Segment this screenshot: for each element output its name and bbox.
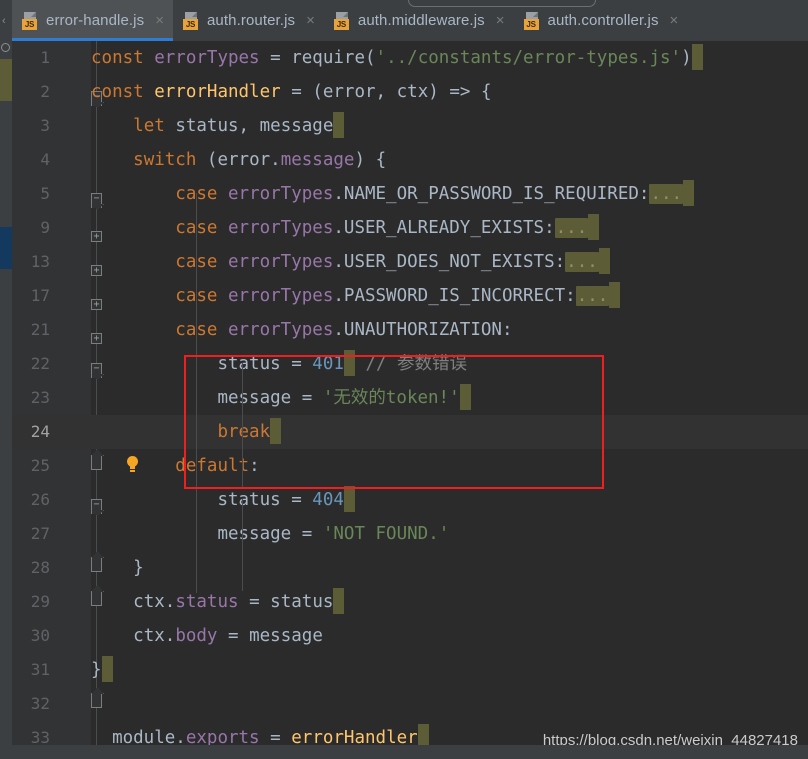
gutter-row: 25 bbox=[12, 449, 91, 483]
code-line-22: status = 401 // 参数错误 bbox=[91, 347, 808, 381]
gutter-row-current: 24 bbox=[12, 415, 91, 449]
line-number: 22 bbox=[30, 354, 50, 373]
line-number: 2 bbox=[40, 82, 50, 101]
gutter-row: 28 bbox=[12, 551, 91, 585]
gutter-row: 4 bbox=[12, 143, 91, 177]
line-number-gutter[interactable]: 1 2 3 4 5 9 13 17 21 22 23 24 25 26 27 2… bbox=[12, 41, 138, 759]
gutter-row: 17 bbox=[12, 279, 91, 313]
js-file-icon: JS bbox=[22, 11, 39, 30]
code-line-31: } bbox=[91, 653, 808, 687]
gutter-row: 21 bbox=[12, 313, 91, 347]
indent-guide bbox=[196, 193, 197, 593]
code-line-21: case errorTypes.UNAUTHORIZATION: bbox=[175, 320, 513, 340]
code-line-28: } bbox=[133, 558, 144, 578]
clipped-popup-outline bbox=[408, 0, 596, 7]
gutter-row: 22 bbox=[12, 347, 91, 381]
gutter-row: 5 bbox=[12, 177, 91, 211]
editor-bottom-strip bbox=[0, 745, 808, 759]
code-line-4: switch (error.message) { bbox=[133, 150, 387, 170]
line-number: 5 bbox=[40, 184, 50, 203]
line-number: 3 bbox=[40, 116, 50, 135]
string-literal: '无效的token!' bbox=[322, 388, 460, 408]
inline-comment: // 参数错误 bbox=[365, 354, 468, 374]
code-line-25: default: bbox=[175, 456, 260, 476]
line-number: 9 bbox=[40, 218, 50, 237]
gutter-row: 3 bbox=[12, 109, 91, 143]
folded-code-placeholder[interactable]: ... bbox=[575, 286, 610, 306]
gutter-row: 23 bbox=[12, 381, 91, 415]
breakpoint-circle-icon[interactable] bbox=[1, 43, 10, 52]
string-literal: 'NOT FOUND.' bbox=[322, 524, 450, 544]
js-file-icon: JS bbox=[182, 11, 200, 30]
chevron-left-icon[interactable]: ‹ bbox=[2, 16, 6, 27]
gutter-row: 26 bbox=[12, 483, 91, 517]
tab-label: error-handle.js bbox=[46, 12, 145, 29]
code-content[interactable]: const errorTypes = require('../constants… bbox=[91, 41, 808, 759]
line-number: 30 bbox=[30, 626, 50, 645]
indent-guide bbox=[242, 499, 243, 591]
line-number: 13 bbox=[30, 252, 50, 271]
line-number: 32 bbox=[30, 694, 50, 713]
code-line-30: ctx.body = message bbox=[133, 626, 323, 646]
gutter-row: 13 bbox=[12, 245, 91, 279]
code-line-17: case errorTypes.PASSWORD_IS_INCORRECT:..… bbox=[91, 279, 808, 313]
line-number-list: 1 2 3 4 5 9 13 17 21 22 23 24 25 26 27 2… bbox=[12, 41, 91, 755]
tab-close-icon[interactable]: × bbox=[155, 13, 164, 28]
line-number: 26 bbox=[30, 490, 50, 509]
code-line-23: message = '无效的token!' bbox=[91, 381, 808, 415]
line-number: 28 bbox=[30, 558, 50, 577]
change-marker-olive[interactable] bbox=[0, 59, 12, 101]
gutter-row: 1 bbox=[12, 41, 91, 75]
tab-auth-router-js[interactable]: JS auth.router.js × bbox=[172, 0, 324, 41]
code-line-29: ctx.status = status bbox=[91, 585, 808, 619]
code-line-9: case errorTypes.USER_ALREADY_EXISTS:... bbox=[91, 211, 808, 245]
line-number: 29 bbox=[30, 592, 50, 611]
change-marker-blue[interactable] bbox=[0, 227, 12, 269]
ide-window: ‹ JS error-handle.js × JS auth.router.js… bbox=[0, 0, 808, 759]
gutter-row: 29 bbox=[12, 585, 91, 619]
folded-code-placeholder[interactable]: ... bbox=[565, 252, 599, 272]
code-line-26: status = 404 bbox=[91, 483, 808, 517]
gutter-row: 31 bbox=[12, 653, 91, 687]
indent-guide bbox=[242, 363, 243, 489]
folded-code-placeholder[interactable]: ... bbox=[554, 218, 589, 238]
code-line-2: const errorHandler = (error, ctx) => { bbox=[91, 82, 492, 102]
gutter-row: 30 bbox=[12, 619, 91, 653]
tab-label: auth.router.js bbox=[206, 12, 296, 29]
js-file-icon: JS bbox=[333, 11, 351, 30]
code-editor[interactable]: 1 2 3 4 5 9 13 17 21 22 23 24 25 26 27 2… bbox=[0, 41, 808, 759]
line-number: 4 bbox=[40, 150, 50, 169]
line-number: 23 bbox=[30, 388, 50, 407]
line-number: 1 bbox=[40, 48, 50, 67]
tab-close-icon[interactable]: × bbox=[496, 13, 505, 28]
gutter-row: 27 bbox=[12, 517, 91, 551]
tab-label: auth.controller.js bbox=[547, 12, 659, 29]
line-number: 25 bbox=[30, 456, 50, 475]
editor-tab-bar: ‹ JS error-handle.js × JS auth.router.js… bbox=[0, 0, 808, 41]
line-number: 21 bbox=[30, 320, 50, 339]
gutter-row: 32 bbox=[12, 687, 91, 721]
code-line-24: break bbox=[91, 415, 808, 449]
code-line-3: let status, message bbox=[91, 109, 808, 143]
tab-label: auth.middleware.js bbox=[357, 12, 485, 29]
code-line-27: message = 'NOT FOUND.' bbox=[217, 524, 450, 544]
line-number: 24 bbox=[30, 422, 50, 441]
tab-close-icon[interactable]: × bbox=[306, 13, 315, 28]
tabbar-left-gutter: ‹ bbox=[0, 0, 12, 41]
tab-close-icon[interactable]: × bbox=[670, 13, 679, 28]
code-line-1: const errorTypes = require('../constants… bbox=[91, 41, 808, 75]
code-line-13: case errorTypes.USER_DOES_NOT_EXISTS:... bbox=[91, 245, 808, 279]
js-file-icon: JS bbox=[523, 11, 541, 30]
line-number: 17 bbox=[30, 286, 50, 305]
folded-code-placeholder[interactable]: ... bbox=[649, 184, 684, 204]
gutter-row: 2 bbox=[12, 75, 91, 109]
tab-error-handle-js[interactable]: JS error-handle.js × bbox=[12, 0, 173, 41]
code-line-5: case errorTypes.NAME_OR_PASSWORD_IS_REQU… bbox=[91, 177, 808, 211]
line-number: 27 bbox=[30, 524, 50, 543]
editor-marker-strip[interactable] bbox=[0, 41, 12, 759]
gutter-row: 9 bbox=[12, 211, 91, 245]
line-number: 31 bbox=[30, 660, 50, 679]
